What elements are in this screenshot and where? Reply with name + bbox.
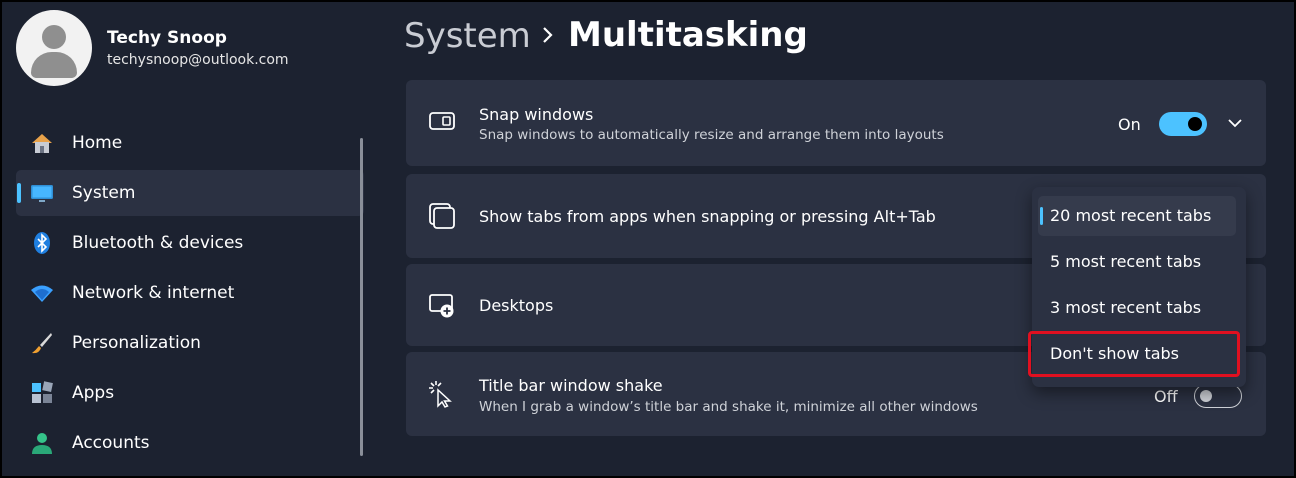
toggle-state-label: On [1118, 115, 1141, 134]
sidebar-item-label: Accounts [72, 433, 150, 453]
sidebar-scrollbar[interactable] [360, 138, 363, 456]
snap-windows-toggle[interactable] [1159, 112, 1207, 136]
setting-title: Show tabs from apps when snapping or pre… [479, 207, 936, 226]
title-bar-shake-toggle[interactable] [1194, 384, 1242, 408]
setting-title: Desktops [479, 296, 554, 315]
sidebar-item-accounts[interactable]: Accounts [16, 420, 364, 466]
highlight-annotation-box [1028, 331, 1240, 377]
tabs-icon [429, 203, 455, 229]
avatar [16, 10, 92, 86]
breadcrumb-parent[interactable]: System [404, 16, 531, 56]
sidebar-item-label: Personalization [72, 333, 201, 353]
sidebar-item-label: Network & internet [72, 283, 235, 303]
sidebar-item-bluetooth[interactable]: Bluetooth & devices [16, 220, 364, 266]
desktops-icon [429, 294, 454, 318]
sidebar-item-system[interactable]: System [16, 170, 364, 216]
brush-icon [32, 333, 52, 354]
sidebar-item-home[interactable]: Home [16, 120, 364, 166]
sidebar-item-label: Bluetooth & devices [72, 233, 244, 253]
dropdown-option-label: 20 most recent tabs [1050, 206, 1212, 225]
profile-name: Techy Snoop [107, 28, 227, 48]
dropdown-option-5-tabs[interactable]: 5 most recent tabs [1038, 242, 1236, 282]
toggle-state-label: Off [1154, 387, 1178, 406]
home-icon [32, 134, 52, 153]
profile-email: techysnoop@outlook.com [107, 52, 289, 68]
system-icon [31, 185, 53, 202]
dropdown-option-label: 3 most recent tabs [1050, 298, 1202, 317]
snap-windows-icon [429, 112, 455, 130]
page-title: Multitasking [568, 15, 808, 55]
bluetooth-icon [34, 232, 50, 254]
sidebar-nav: Home System Bluetooth & devices Network … [16, 120, 364, 470]
sidebar-item-network[interactable]: Network & internet [16, 270, 364, 316]
dropdown-option-20-tabs[interactable]: 20 most recent tabs [1038, 196, 1236, 236]
chevron-right-icon [543, 27, 553, 43]
setting-subtitle: When I grab a window’s title bar and sha… [479, 399, 978, 415]
settings-window: Techy Snoop techysnoop@outlook.com Home … [0, 0, 1296, 478]
shake-cursor-icon [429, 381, 452, 408]
sidebar-item-label: Home [72, 133, 123, 153]
sidebar-item-label: Apps [72, 383, 115, 403]
chevron-down-icon[interactable] [1226, 114, 1244, 132]
setting-subtitle: Snap windows to automatically resize and… [479, 127, 944, 143]
setting-title: Title bar window shake [479, 376, 663, 395]
setting-snap-windows[interactable]: Snap windows Snap windows to automatical… [406, 80, 1266, 166]
dropdown-option-label: 5 most recent tabs [1050, 252, 1202, 271]
sidebar-item-apps[interactable]: Apps [16, 370, 364, 416]
dropdown-option-3-tabs[interactable]: 3 most recent tabs [1038, 288, 1236, 328]
apps-icon [32, 381, 53, 403]
sidebar-item-label: System [72, 183, 136, 203]
wifi-icon [31, 285, 53, 302]
sidebar-item-personalization[interactable]: Personalization [16, 320, 364, 366]
setting-title: Snap windows [479, 105, 594, 124]
person-icon [32, 433, 52, 454]
user-profile[interactable]: Techy Snoop techysnoop@outlook.com [16, 10, 356, 90]
